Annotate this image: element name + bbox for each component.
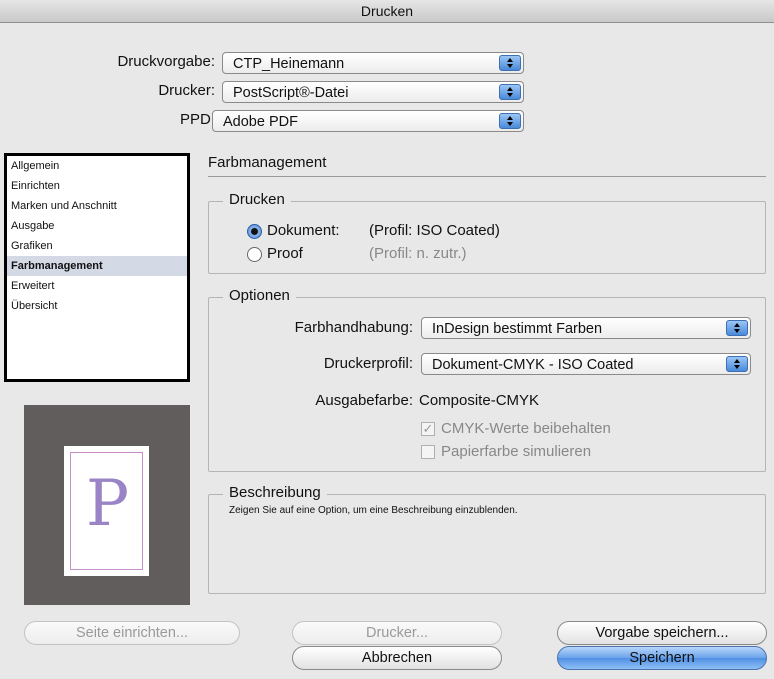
preview-glyph: P xyxy=(85,467,130,541)
preserve-cmyk-checkbox[interactable]: ✓ xyxy=(421,422,435,436)
printer-button[interactable]: Drucker... xyxy=(292,621,502,645)
printer-popup[interactable]: PostScript®-Datei xyxy=(222,81,524,103)
options-group-title: Optionen xyxy=(223,287,296,304)
page-setup-button[interactable]: Seite einrichten... xyxy=(24,621,240,645)
popup-arrows-icon xyxy=(726,320,748,336)
document-profile: (Profil: ISO Coated) xyxy=(369,222,500,239)
popup-arrows-icon xyxy=(726,356,748,372)
simulate-paper-label: Papierfarbe simulieren xyxy=(441,443,592,460)
popup-arrows-icon xyxy=(499,113,521,129)
cancel-button[interactable]: Abbrechen xyxy=(292,646,502,670)
preview-page: P xyxy=(64,446,149,576)
description-group: Beschreibung Zeigen Sie auf eine Option,… xyxy=(208,484,766,594)
ppd-value: Adobe PDF xyxy=(223,114,298,130)
save-preset-button[interactable]: Vorgabe speichern... xyxy=(557,621,767,645)
printer-profile-label: Druckerprofil: xyxy=(323,355,413,372)
printer-profile-popup[interactable]: Dokument-CMYK - ISO Coated xyxy=(421,353,751,375)
color-handling-popup[interactable]: InDesign bestimmt Farben xyxy=(421,317,751,339)
preset-value: CTP_Heinemann xyxy=(233,56,345,72)
options-group: Optionen Farbhandhabung: InDesign bestim… xyxy=(208,287,766,472)
sidebar-item-einrichten[interactable]: Einrichten xyxy=(7,176,187,196)
color-handling-label: Farbhandhabung: xyxy=(294,319,413,336)
page-preview: P xyxy=(24,405,190,605)
printer-label: Drucker: xyxy=(158,82,215,99)
popup-arrows-icon xyxy=(499,55,521,71)
sidebar-item-marken[interactable]: Marken und Anschnitt xyxy=(7,196,187,216)
proof-label[interactable]: Proof xyxy=(267,245,303,262)
print-dialog: Druckvorgabe: CTP_Heinemann Drucker: Pos… xyxy=(0,23,774,679)
description-group-title: Beschreibung xyxy=(223,484,327,501)
simulate-paper-checkbox[interactable] xyxy=(421,445,435,459)
proof-profile: (Profil: n. zutr.) xyxy=(369,245,467,262)
preset-popup[interactable]: CTP_Heinemann xyxy=(222,52,524,74)
save-button[interactable]: Speichern xyxy=(557,646,767,670)
proof-radio[interactable] xyxy=(247,247,262,262)
print-group: Drucken Dokument: (Profil: ISO Coated) P… xyxy=(208,191,766,274)
preview-margin: P xyxy=(70,452,143,570)
section-title: Farbmanagement xyxy=(208,154,327,171)
printer-value: PostScript®-Datei xyxy=(233,85,349,101)
preserve-cmyk-label: CMYK-Werte beibehalten xyxy=(441,420,611,437)
sidebar-item-farbmanagement[interactable]: Farbmanagement xyxy=(7,256,187,276)
sidebar-item-uebersicht[interactable]: Übersicht xyxy=(7,296,187,316)
preset-label: Druckvorgabe: xyxy=(117,53,215,70)
print-group-title: Drucken xyxy=(223,191,291,208)
ppd-popup[interactable]: Adobe PDF xyxy=(212,110,524,132)
description-text: Zeigen Sie auf eine Option, um eine Besc… xyxy=(229,505,518,516)
popup-arrows-icon xyxy=(499,84,521,100)
section-divider xyxy=(208,176,766,177)
ppd-label: PPD: xyxy=(179,111,215,128)
sidebar-item-ausgabe[interactable]: Ausgabe xyxy=(7,216,187,236)
color-handling-value: InDesign bestimmt Farben xyxy=(432,321,603,337)
sidebar-item-erweitert[interactable]: Erweitert xyxy=(7,276,187,296)
category-list: Allgemein Einrichten Marken und Anschnit… xyxy=(4,153,190,382)
window-title: Drucken xyxy=(0,0,774,23)
output-color-label: Ausgabefarbe: xyxy=(315,392,413,409)
output-color-value: Composite-CMYK xyxy=(419,392,540,409)
document-radio[interactable] xyxy=(247,224,262,239)
sidebar-item-grafiken[interactable]: Grafiken xyxy=(7,236,187,256)
sidebar-item-allgemein[interactable]: Allgemein xyxy=(7,156,187,176)
printer-profile-value: Dokument-CMYK - ISO Coated xyxy=(432,357,634,373)
document-label[interactable]: Dokument: xyxy=(267,222,340,239)
